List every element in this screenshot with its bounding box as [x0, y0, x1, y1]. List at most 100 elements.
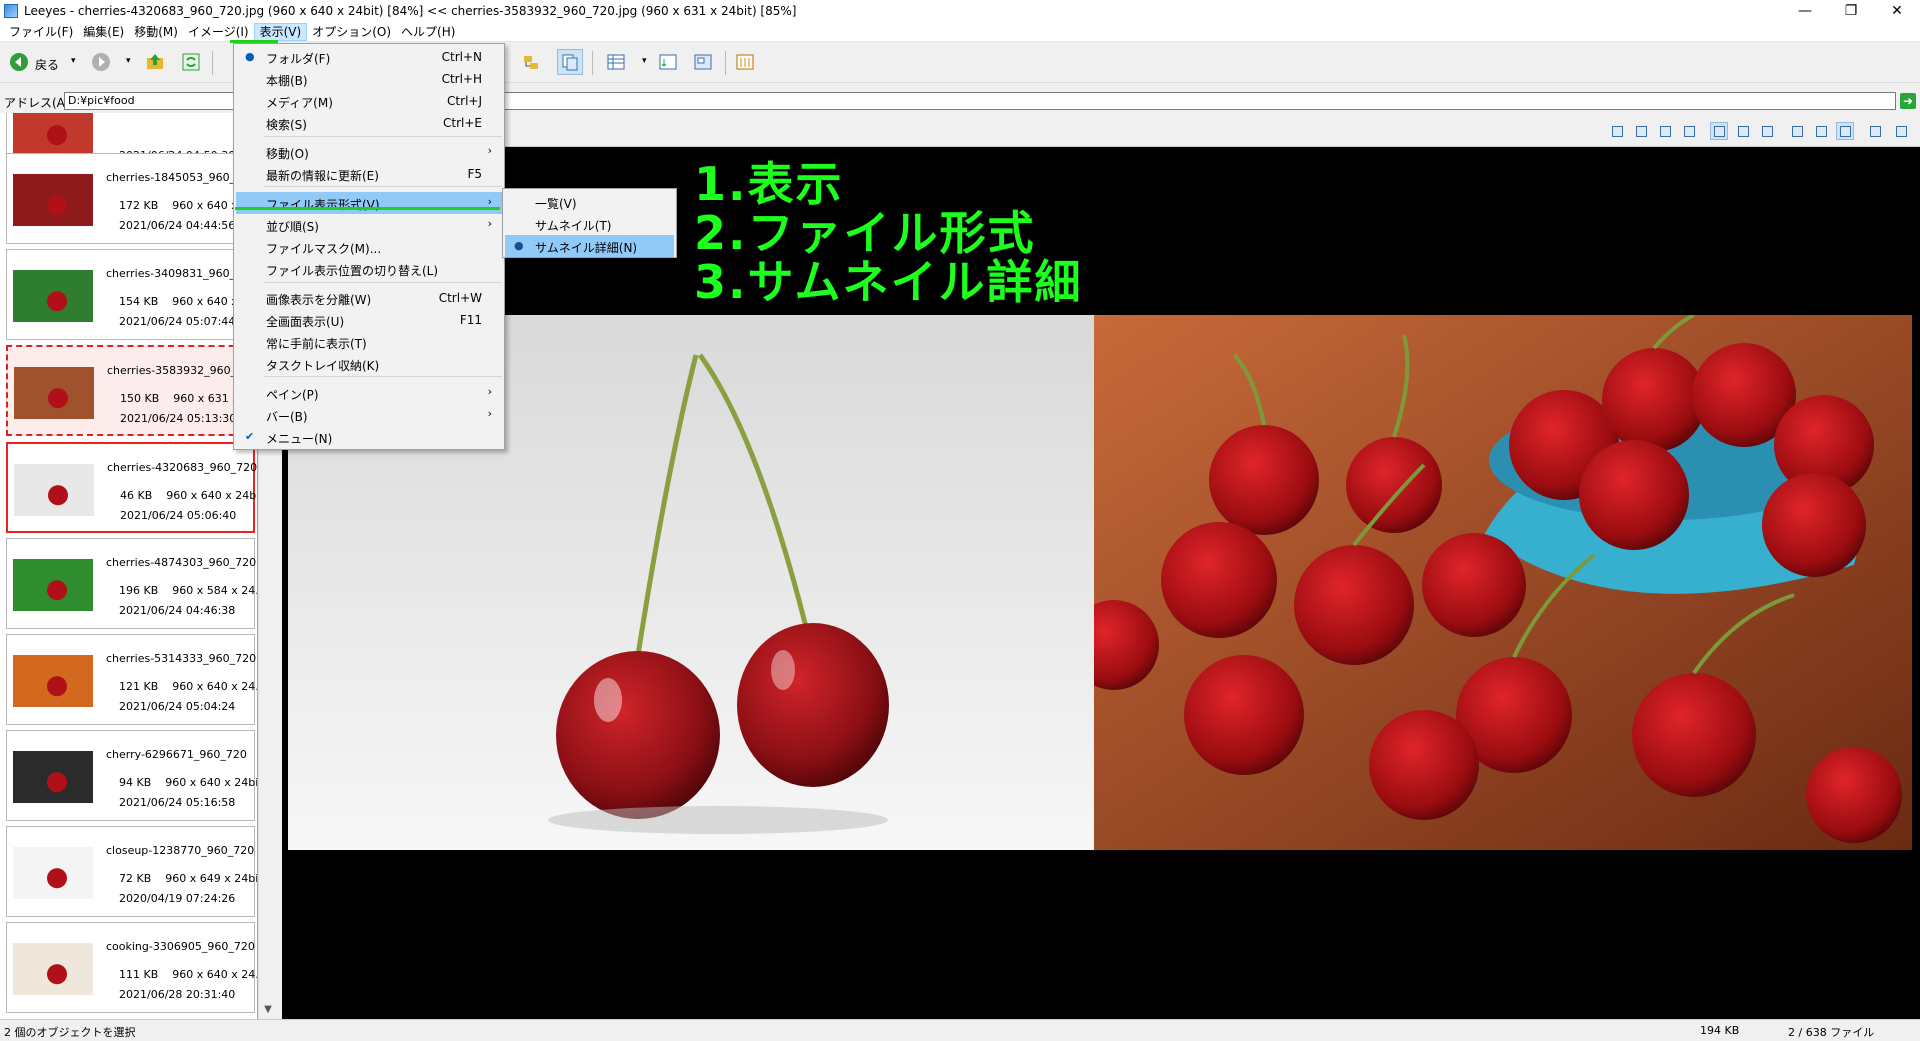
- thumbnail-date: 2021/06/24 04:46:38: [119, 604, 236, 617]
- two-page-icon[interactable]: [1836, 122, 1854, 140]
- thumbnail-item[interactable]: cherries-3583932_960_72 150 KB 960 x 631 x…: [6, 345, 255, 436]
- thumbnail-item[interactable]: cherries-4874303_960_720 196 KB 960 x 584 …: [6, 538, 257, 629]
- menu-image[interactable]: イメージ(I): [183, 23, 254, 41]
- thumbnail-item[interactable]: cherries-1845053_960_72 172 KB 960 x 640 x…: [6, 153, 255, 244]
- view-menu-item-separate-image[interactable]: 画像表示を分離(W) Ctrl+W: [236, 287, 502, 309]
- submenu-item-label: 一覧(V): [535, 197, 577, 211]
- close-button[interactable]: ✕: [1874, 0, 1920, 22]
- view-menu-item-sort-order[interactable]: 並び順(S) ›: [236, 214, 502, 236]
- thumbnail-item[interactable]: cooking-3306905_960_720 111 KB 960 x 640 x…: [6, 922, 257, 1013]
- view-menu-item-fullscreen[interactable]: 全画面表示(U) F11: [236, 309, 502, 331]
- thumbnail-name: cherries-5314333_960_720: [106, 652, 257, 665]
- thumbnail-name: cherries-1845053_960_72: [106, 171, 250, 184]
- up-folder-icon[interactable]: [142, 49, 168, 75]
- submenu-item-label: サムネイル詳細(N): [535, 241, 638, 255]
- flip-icon[interactable]: [1680, 122, 1698, 140]
- menu-move[interactable]: 移動(M): [129, 23, 183, 41]
- page-left-icon[interactable]: [1812, 122, 1830, 140]
- thumbnail-info: 94 KB 960 x 640 x 24bit: [119, 776, 257, 789]
- image-viewer[interactable]: 1.表示 2.ファイル形式 3.サムネイル詳細: [282, 147, 1920, 1019]
- annotation-step-2: 2.ファイル形式: [694, 206, 1036, 260]
- submenu-item-thumbnail-details[interactable]: ● サムネイル詳細(N): [505, 235, 674, 257]
- sort-icon[interactable]: [655, 49, 681, 75]
- thumbnail-item[interactable]: cherries-3409831_960_72 154 KB 960 x 640 x…: [6, 249, 255, 340]
- menu-edit[interactable]: 編集(E): [78, 23, 129, 41]
- forward-icon[interactable]: [88, 49, 114, 75]
- maximize-button[interactable]: ❐: [1828, 0, 1874, 22]
- title-bar: Leeyes - cherries-4320683_960_720.jpg (9…: [0, 0, 1920, 22]
- file-display-submenu: 一覧(V) サムネイル(T) ● サムネイル詳細(N): [502, 188, 677, 258]
- view-menu-item-pane[interactable]: ペイン(P) ›: [236, 382, 502, 404]
- view-menu-item-bookshelf[interactable]: 本棚(B) Ctrl+H: [236, 68, 502, 90]
- go-arrow-icon[interactable]: ➜: [1900, 93, 1916, 109]
- submenu-arrow-icon: ›: [487, 217, 492, 230]
- thumbnail-image: [13, 113, 93, 156]
- view-menu-item-file-display-format[interactable]: ファイル表示形式(V) ›: [236, 192, 502, 214]
- submenu-item-thumbnail[interactable]: サムネイル(T): [505, 213, 674, 235]
- minimize-button[interactable]: —: [1782, 0, 1828, 22]
- rotate-icon[interactable]: [1656, 122, 1674, 140]
- view-menu-item-file-mask[interactable]: ファイルマスク(M)...: [236, 236, 502, 258]
- pane-layout-icon[interactable]: [690, 49, 716, 75]
- scroll-down-icon[interactable]: ▼: [259, 1001, 277, 1019]
- annotation-step-1: 1.表示: [694, 157, 844, 211]
- thumbnail-info: 121 KB 960 x 640 x 24...: [119, 680, 257, 693]
- thumbnail-size: 154 KB: [119, 295, 159, 308]
- menu-help[interactable]: ヘルプ(H): [396, 23, 460, 41]
- menu-item-shortcut: Ctrl+J: [447, 94, 482, 108]
- single-page-icon[interactable]: [1788, 122, 1806, 140]
- view-menu-item-tasktray[interactable]: タスクトレイ収納(K): [236, 353, 502, 375]
- folder-tree-icon[interactable]: [518, 49, 544, 75]
- back-label[interactable]: 戻る: [35, 56, 59, 73]
- actual-size-icon[interactable]: [1758, 122, 1776, 140]
- thumbnail-info: 111 KB 960 x 640 x 24...: [119, 968, 257, 981]
- status-bar: 2 個のオブジェクトを選択 194 KB 2 / 638 ファイル: [0, 1019, 1920, 1041]
- view-menu-item-refresh[interactable]: 最新の情報に更新(E) F5: [236, 163, 502, 185]
- zoom-icon[interactable]: [1734, 122, 1752, 140]
- thumbnail-item[interactable]: cherries-5314333_960_720 121 KB 960 x 640 …: [6, 634, 257, 725]
- view-menu-item-toggle-file-position[interactable]: ファイル表示位置の切り替え(L): [236, 258, 502, 280]
- menu-file[interactable]: ファイル(F): [4, 23, 78, 41]
- menu-options[interactable]: オプション(O): [307, 23, 396, 41]
- window-icon[interactable]: [1866, 122, 1884, 140]
- thumbnail-item[interactable]: cherries-4320683_960_720 46 KB 960 x 640 x…: [6, 442, 258, 533]
- thumbnail-name: cherries-4874303_960_720: [106, 556, 257, 569]
- menu-item-label: メディア(M): [266, 96, 333, 110]
- back-icon[interactable]: [6, 49, 32, 75]
- menu-view[interactable]: 表示(V): [253, 22, 308, 41]
- slideshow-icon[interactable]: [1892, 122, 1910, 140]
- zoom-fit-icon[interactable]: [1710, 122, 1728, 140]
- forward-dropdown-icon[interactable]: ▾: [126, 56, 131, 66]
- view-mode-icon[interactable]: [603, 49, 629, 75]
- menu-separator: [264, 136, 502, 137]
- view-menu-item-menu[interactable]: ✔ メニュー(N): [236, 426, 502, 448]
- view-menu-item-bar[interactable]: バー(B) ›: [236, 404, 502, 426]
- grid-icon[interactable]: [1632, 122, 1650, 140]
- fit-icon[interactable]: [1608, 122, 1626, 140]
- refresh-icon[interactable]: [178, 49, 204, 75]
- view-menu-item-always-on-top[interactable]: 常に手前に表示(T): [236, 331, 502, 353]
- menu-item-shortcut: Ctrl+W: [438, 291, 482, 305]
- view-menu-item-folder[interactable]: ● フォルダ(F) Ctrl+N: [236, 46, 502, 68]
- info-panel-icon[interactable]: [732, 49, 758, 75]
- menu-item-label: タスクトレイ収納(K): [266, 359, 380, 373]
- view-mode-dropdown-icon[interactable]: ▾: [642, 56, 647, 66]
- view-menu-item-search[interactable]: 検索(S) Ctrl+E: [236, 112, 502, 134]
- back-dropdown-icon[interactable]: ▾: [71, 56, 76, 66]
- radio-dot-icon: ●: [514, 239, 524, 252]
- thumbnail-info: 72 KB 960 x 649 x 24bit: [119, 872, 257, 885]
- thumbnail-dims: 960 x 640 x 24bit: [166, 489, 258, 502]
- thumbnail-item[interactable]: closeup-1238770_960_720 72 KB 960 x 649 x …: [6, 826, 257, 917]
- thumbnail-image: [13, 270, 93, 322]
- submenu-item-list[interactable]: 一覧(V): [505, 191, 674, 213]
- view-menu-item-media[interactable]: メディア(M) Ctrl+J: [236, 90, 502, 112]
- thumbnail-size: 121 KB: [119, 680, 159, 693]
- view-menu-dropdown: ● フォルダ(F) Ctrl+N 本棚(B) Ctrl+H メディア(M) Ctrl+J 検索…: [233, 43, 505, 450]
- copy-view-icon[interactable]: [557, 49, 583, 75]
- view-menu-item-move[interactable]: 移動(O) ›: [236, 141, 502, 163]
- thumbnail-date: 2021/06/24 05:13:30: [120, 412, 237, 425]
- thumbnail-info: 196 KB 960 x 584 x 24...: [119, 584, 257, 597]
- thumbnail-pane: 2021/06/24 04:50:30cherries-1845053_960_…: [0, 113, 258, 1019]
- menu-item-label: 最新の情報に更新(E): [266, 169, 379, 183]
- thumbnail-item[interactable]: cherry-6296671_960_720 94 KB 960 x 640 x 2…: [6, 730, 257, 821]
